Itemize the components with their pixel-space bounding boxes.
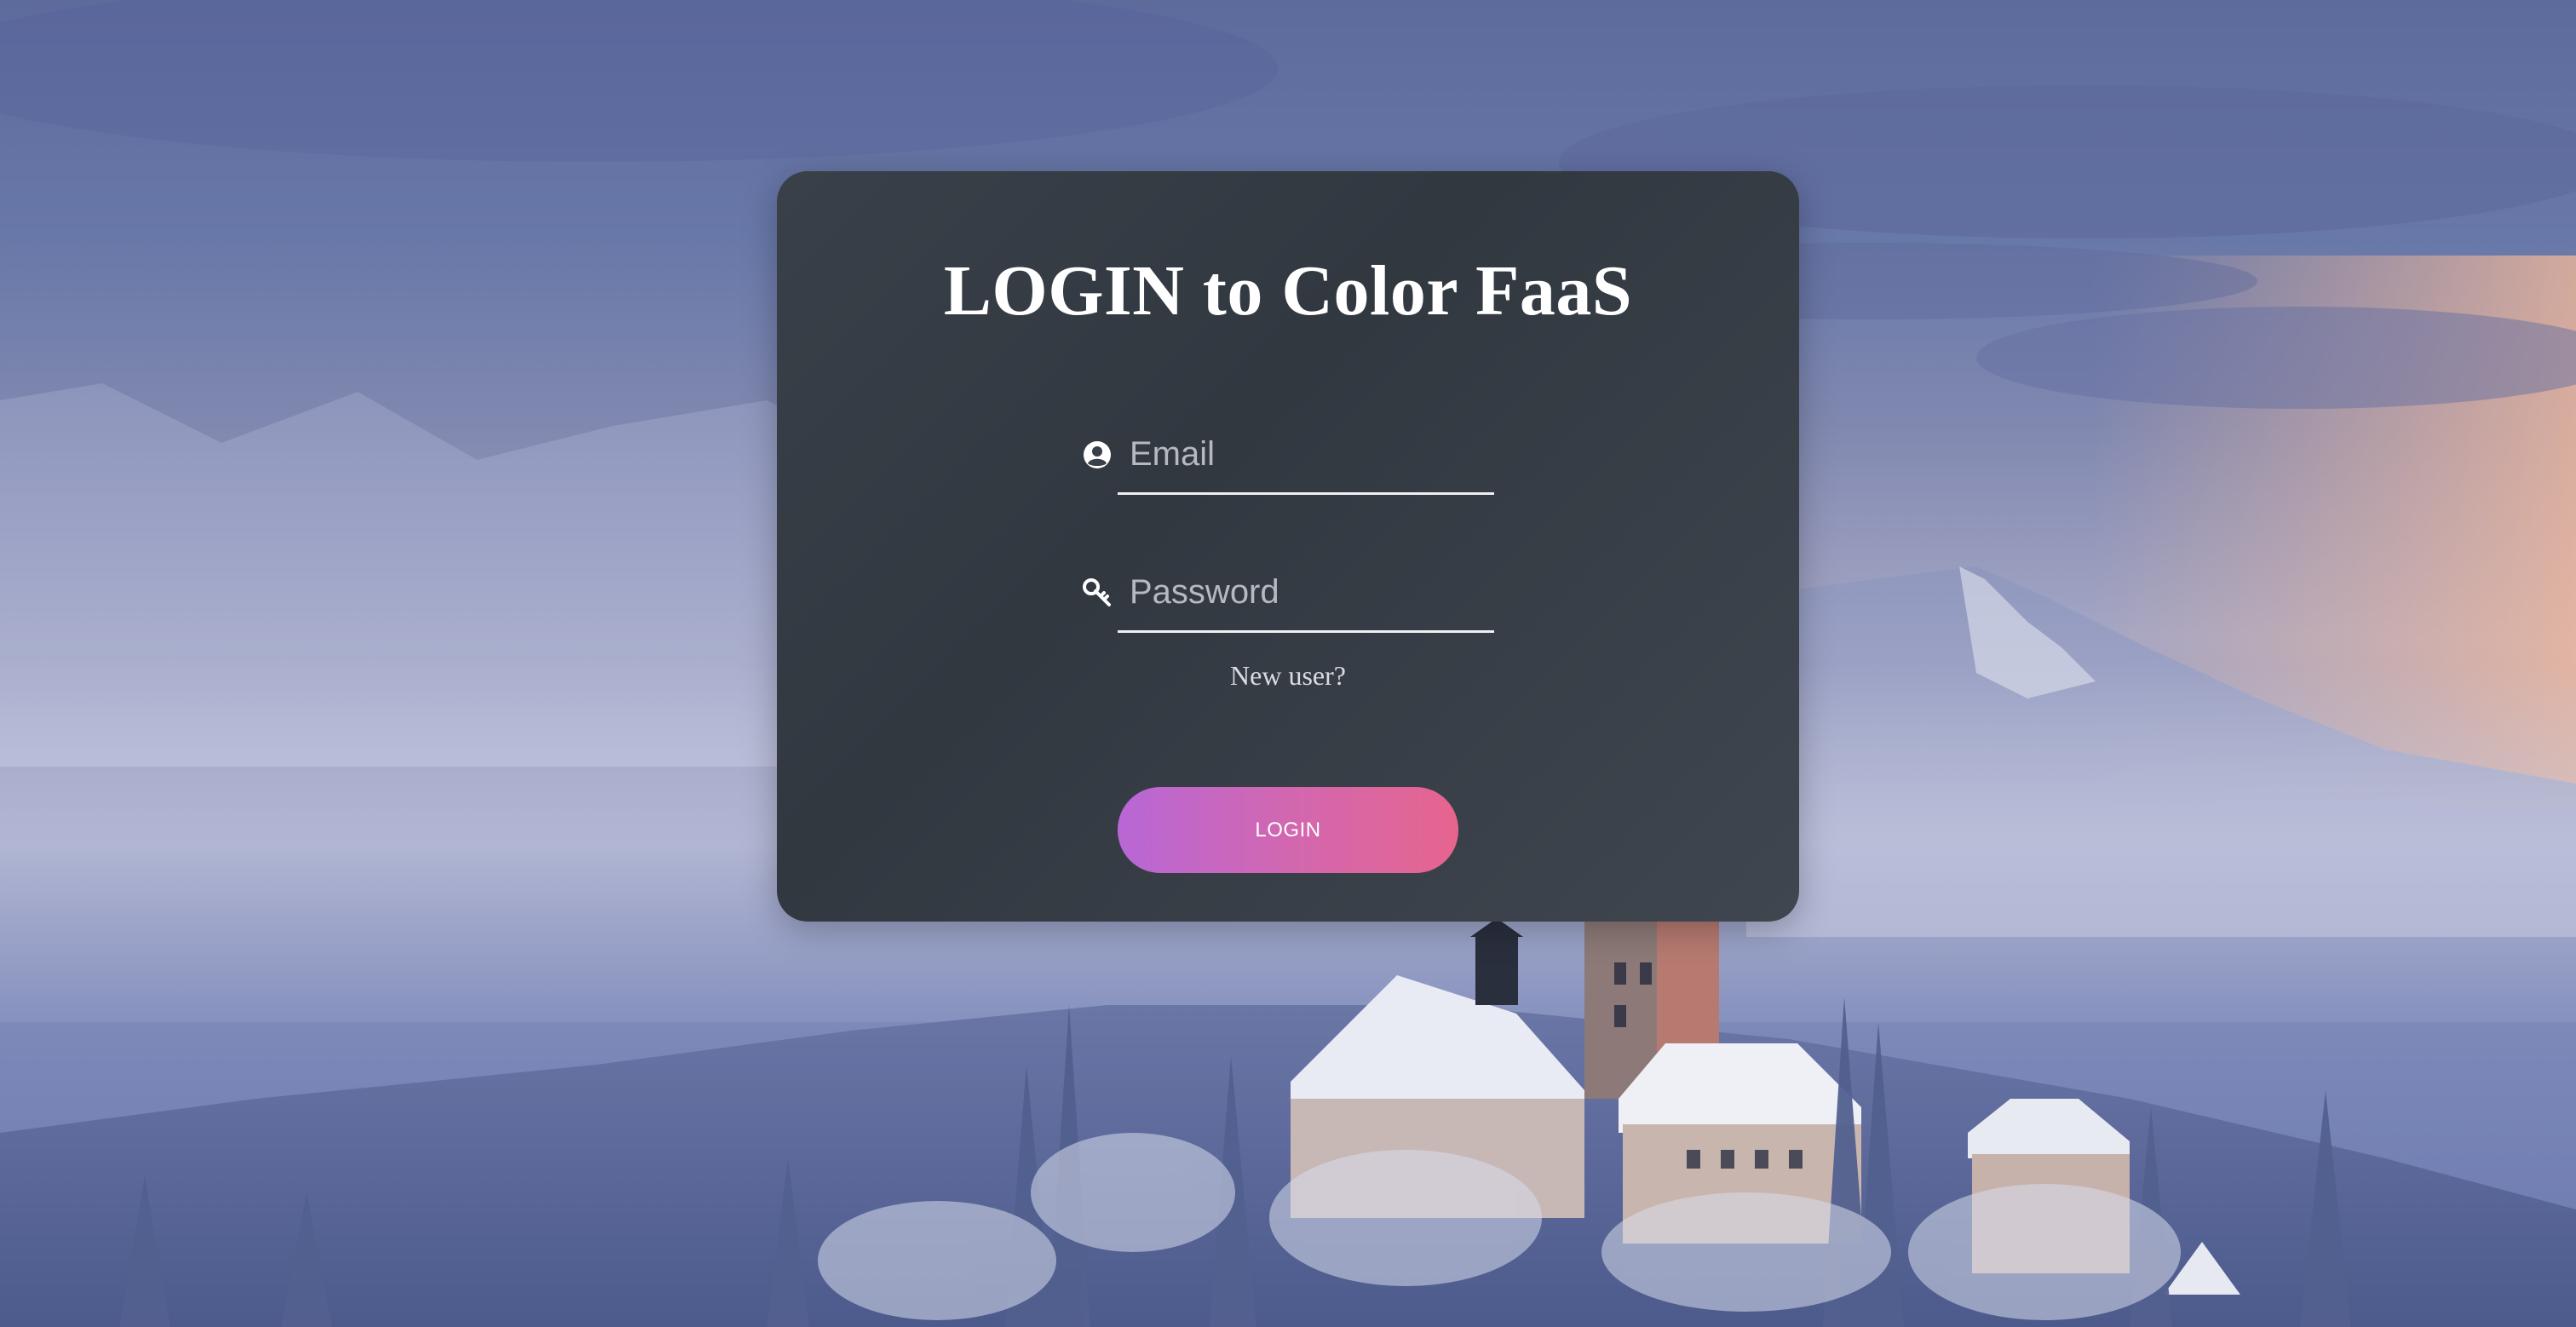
email-input[interactable]: [1130, 426, 1487, 482]
login-card: LOGIN to Color FaaS New user? LOGIN: [777, 171, 1799, 922]
key-icon: [1082, 577, 1113, 608]
email-underline: [1118, 492, 1494, 495]
password-field-group: [1082, 542, 1503, 635]
password-input[interactable]: [1130, 564, 1487, 620]
page-title: LOGIN to Color FaaS: [943, 251, 1633, 330]
login-button[interactable]: LOGIN: [1118, 787, 1458, 873]
user-circle-icon: [1082, 439, 1113, 470]
new-user-link[interactable]: New user?: [777, 660, 1799, 692]
email-field-group: [1082, 404, 1503, 497]
password-underline: [1118, 630, 1494, 633]
